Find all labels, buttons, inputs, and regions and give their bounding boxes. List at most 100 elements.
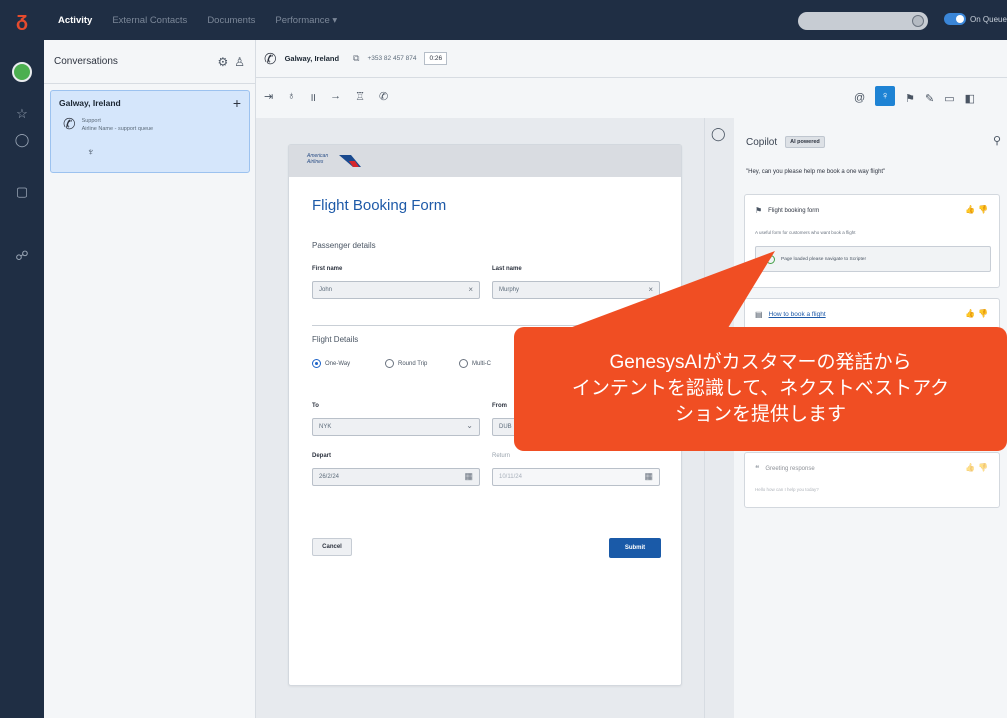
search-icon[interactable]: ⚲ — [993, 134, 1001, 147]
last-name-value: Murphy — [499, 287, 520, 293]
radio-dot[interactable] — [312, 359, 321, 368]
first-name-field[interactable]: John × — [312, 281, 480, 299]
feedback-thumbs-icon[interactable]: 👍👎 — [965, 309, 991, 318]
radio-one-way[interactable]: One-Way — [312, 359, 350, 368]
suggestion-card-greeting[interactable]: ❝ Greeting response 👍👎 Hello how can I h… — [744, 452, 1000, 508]
call-timer: 0:26 — [424, 52, 448, 65]
callout-line-1: GenesysAIがカスタマーの発話から — [609, 352, 912, 373]
return-date-field[interactable]: 10/11/24 ▦ — [492, 468, 660, 486]
nav-documents[interactable]: Documents — [207, 15, 255, 26]
global-search-input[interactable] — [798, 12, 928, 30]
transfer-icon[interactable]: ⇥ — [264, 90, 273, 105]
add-icon[interactable]: + — [233, 95, 241, 111]
submit-button[interactable]: Submit — [609, 538, 661, 558]
feedback-thumbs-icon[interactable]: 👍👎 — [965, 463, 991, 472]
callout-line-3: ションを提供します — [674, 404, 846, 425]
forward-icon[interactable]: → — [330, 90, 341, 105]
inbox-icon[interactable]: ▢ — [12, 182, 32, 202]
passenger-section-title: Passenger details — [312, 241, 376, 250]
cancel-button[interactable]: Cancel — [312, 538, 352, 556]
calendar-icon[interactable]: ▦ — [464, 471, 473, 482]
top-nav: Activity External Contacts Documents Per… — [58, 0, 337, 40]
people-icon[interactable]: ☍ — [12, 246, 32, 266]
callout-line-2: インテントを認識して、ネクストベストアク — [571, 378, 950, 399]
copy-icon[interactable]: ⧉ — [353, 53, 359, 64]
queue-status-label: On Queue — [970, 14, 1007, 24]
nav-performance[interactable]: Performance ▾ — [275, 15, 337, 26]
conversation-title: Galway, Ireland — [59, 98, 121, 108]
suggestion-card-form[interactable]: ⚑ Flight booking form 👍👎 A useful form f… — [744, 194, 1000, 288]
search-icon — [912, 15, 924, 27]
article-link[interactable]: How to book a flight — [769, 311, 826, 318]
to-select[interactable]: NYK ⌄ — [312, 418, 480, 436]
airline-logo-text: American Airlines — [307, 153, 329, 165]
conversation-queue-detail: Airline Name - support queue — [81, 126, 154, 132]
form-title: Flight Booking Form — [312, 197, 447, 214]
call-location: Galway, Ireland — [284, 54, 340, 63]
left-rail: ☆ ◯ ▢ ☍ — [0, 40, 44, 718]
wrapup-icon[interactable]: ◧ — [965, 92, 975, 105]
call-number: +353 82 457 874 — [367, 55, 417, 62]
hold-icon[interactable]: ॥ — [309, 90, 316, 105]
add-person-icon[interactable]: ♙ — [234, 55, 245, 69]
nav-external-contacts[interactable]: External Contacts — [112, 15, 187, 26]
depart-value: 26/2/24 — [319, 474, 340, 480]
conversation-queue: Support — [81, 118, 101, 124]
radio-dot[interactable] — [459, 359, 468, 368]
call-header: ✆ Galway, Ireland ⧉ +353 82 457 874 0:26 — [256, 40, 1007, 78]
top-navigation-bar: ᵹ Activity External Contacts Documents P… — [0, 0, 1007, 40]
mute-mic-icon[interactable]: ♁ — [287, 90, 295, 105]
first-name-label: First name — [312, 266, 343, 272]
greeting-title: Greeting response — [765, 465, 815, 472]
star-icon[interactable]: ☆ — [12, 104, 32, 124]
depart-label: Depart — [312, 453, 332, 459]
chat-icon[interactable]: ▭ — [944, 92, 954, 105]
chevron-down-icon: ⌄ — [466, 421, 473, 430]
quote-icon: ❝ — [755, 464, 760, 473]
suggestion-title: Flight booking form — [768, 207, 820, 214]
airline-logo-icon — [339, 155, 361, 167]
end-call-icon[interactable]: ✆ — [379, 90, 388, 105]
last-name-label: Last name — [492, 266, 522, 272]
conversations-panel: Conversations ⚙ ♙ Galway, Ireland + ✆ Su… — [44, 40, 256, 718]
airline-banner: American Airlines — [289, 145, 681, 177]
feedback-thumbs-icon[interactable]: 👍👎 — [965, 205, 991, 214]
from-label: From — [492, 403, 507, 409]
flight-section-title: Flight Details — [312, 335, 359, 344]
mic-icon: ♆ — [87, 147, 95, 158]
calendar-icon[interactable]: ▦ — [644, 471, 653, 482]
script-icon: ⚑ — [755, 206, 763, 215]
depart-date-field[interactable]: 26/2/24 ▦ — [312, 468, 480, 486]
first-name-value: John — [319, 287, 333, 293]
conversations-title: Conversations — [54, 56, 118, 67]
genesys-logo-icon[interactable]: ᵹ — [0, 0, 44, 40]
toggle-switch[interactable] — [944, 13, 966, 25]
copilot-title: Copilot — [746, 136, 778, 148]
suggestion-status[interactable]: ✓ Page loaded please navigate to Scripte… — [755, 246, 991, 272]
chat-bubble-icon[interactable]: ◯ — [12, 130, 32, 150]
return-label: Return — [492, 453, 511, 459]
script-icon[interactable]: ⚑ — [905, 92, 915, 105]
nav-activity[interactable]: Activity — [58, 15, 92, 26]
phone-icon: ✆ — [63, 116, 76, 133]
avatar[interactable] — [12, 62, 32, 82]
ai-powered-badge: AI powered — [785, 136, 825, 148]
radio-multi-city[interactable]: Multi-C — [459, 359, 491, 368]
at-icon[interactable]: @ — [854, 92, 865, 104]
customer-utterance: "Hey, can you please help me book a one … — [746, 169, 886, 175]
to-value: NYK — [319, 424, 332, 430]
chat-bubble-icon[interactable]: ◯ — [711, 126, 726, 142]
notes-icon[interactable]: ✎ — [925, 92, 934, 105]
clear-icon[interactable]: × — [468, 285, 473, 294]
phone-icon: ✆ — [264, 50, 277, 68]
to-label: To — [312, 403, 319, 409]
annotation-callout: GenesysAIがカスタマーの発話から インテントを認識して、ネクストベストア… — [514, 327, 1007, 451]
consult-icon[interactable]: ♖ — [355, 90, 365, 105]
copilot-lightbulb-icon[interactable]: ♀ — [875, 86, 896, 106]
radio-round-trip[interactable]: Round Trip — [385, 359, 427, 368]
radio-dot[interactable] — [385, 359, 394, 368]
queue-status-toggle[interactable]: On Queue — [944, 13, 1007, 25]
conversation-card[interactable]: Galway, Ireland + ✆ Support Airline Name… — [50, 90, 250, 173]
settings-icon[interactable]: ⚙ — [217, 55, 228, 69]
return-value: 10/11/24 — [499, 474, 522, 480]
